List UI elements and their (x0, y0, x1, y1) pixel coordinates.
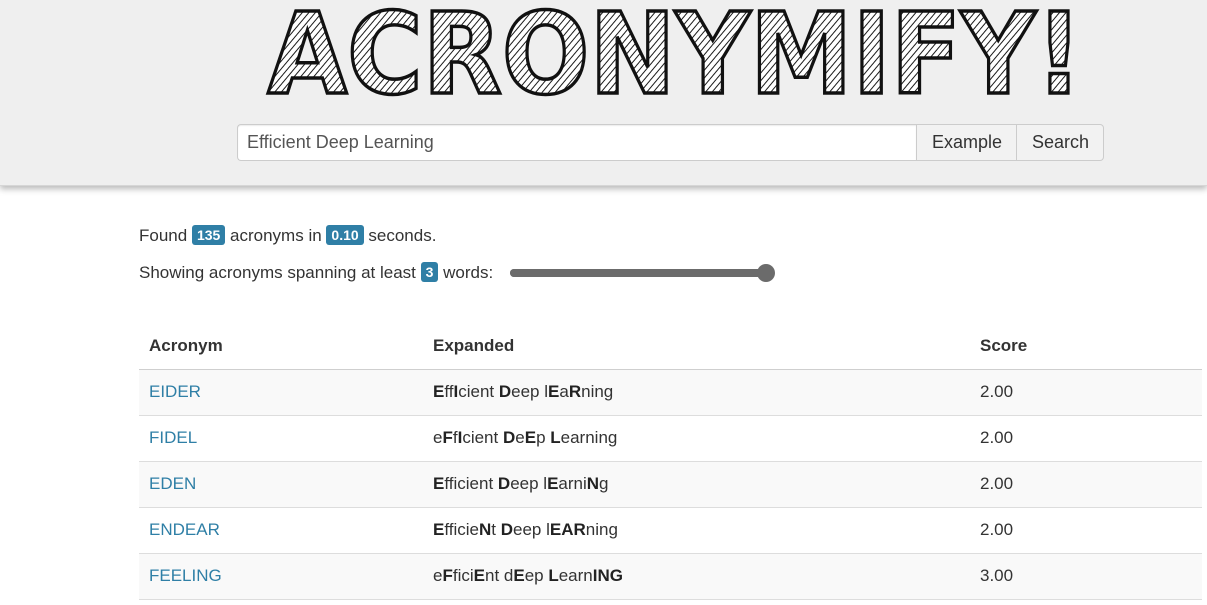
highlighted-letters: E (547, 474, 559, 493)
expanded-text: ning (585, 520, 618, 539)
table-row: ENDEAR EfficieNt Deep lEARning 2.00 (139, 507, 1202, 554)
slider-handle[interactable] (757, 264, 775, 282)
expanded-text: earning (560, 428, 618, 447)
acronym-cell: FIDEL (139, 415, 423, 462)
expanded-text: nt d (484, 566, 514, 585)
highlighted-letters: E (433, 520, 445, 539)
results-summary: Found 135 acronyms in 0.10 seconds. (139, 225, 436, 246)
expanded-text: t (491, 520, 501, 539)
found-suffix: seconds. (368, 226, 437, 245)
expanded-text: e (515, 428, 525, 447)
expanded-text: p (536, 428, 551, 447)
highlighted-letters: E (513, 566, 525, 585)
expanded-cell: eFficiEnt dEep LearnING (423, 553, 970, 600)
column-header-expanded[interactable]: Expanded (423, 323, 970, 370)
highlighted-letters: L (550, 428, 561, 447)
search-input[interactable] (237, 124, 916, 161)
highlighted-letters: E (433, 474, 445, 493)
highlighted-letters: D (497, 474, 511, 493)
acronym-cell: ENDEAR (139, 507, 423, 554)
acronym-cell: FEELING (139, 553, 423, 600)
search-button[interactable]: Search (1017, 124, 1104, 161)
span-filter-text: Showing acronyms spanning at least 3 wor… (139, 262, 493, 283)
expanded-cell: eFfIcient DeEp Learning (423, 415, 970, 462)
found-middle: acronyms in (230, 226, 322, 245)
expanded-text: fici (452, 566, 474, 585)
column-header-score[interactable]: Score (970, 323, 1202, 370)
expanded-text: ep (524, 566, 549, 585)
highlighted-letters: N (586, 474, 600, 493)
highlighted-letters: L (548, 566, 559, 585)
expanded-text: g (599, 474, 609, 493)
score-cell: 2.00 (970, 461, 1202, 508)
acronymify-logo[interactable]: ACRONYMIFY! (260, 0, 1090, 104)
acronym-link[interactable]: FIDEL (149, 428, 197, 447)
search-bar: Example Search (237, 124, 1104, 161)
table-row: EDEN Efficient Deep lEarniNg 2.00 (139, 461, 1202, 508)
min-words-slider[interactable] (510, 264, 775, 282)
expanded-cell: EfficieNt Deep lEARning (423, 507, 970, 554)
highlighted-letters: D (498, 382, 512, 401)
found-prefix: Found (139, 226, 188, 245)
highlighted-letters: N (479, 520, 492, 539)
column-header-acronym[interactable]: Acronym (139, 323, 423, 370)
results-body: EIDER EffIcient Deep lEaRning 2.00 FIDEL eFf… (139, 369, 1202, 600)
expanded-text: cient (458, 382, 499, 401)
expanded-text: cient (462, 428, 503, 447)
score-cell: 3.00 (970, 553, 1202, 600)
example-button[interactable]: Example (916, 124, 1017, 161)
expanded-text: earn (558, 566, 593, 585)
elapsed-time-badge: 0.10 (326, 225, 364, 245)
expanded-text: eep l (510, 474, 548, 493)
highlighted-letters: D (502, 428, 516, 447)
highlighted-letters: E (473, 566, 485, 585)
highlighted-letters: E (548, 382, 560, 401)
score-cell: 2.00 (970, 369, 1202, 416)
highlighted-letters: F (442, 428, 453, 447)
highlighted-letters: ING (592, 566, 623, 585)
slider-fill (510, 269, 766, 277)
results-table: Acronym Expanded Score EIDER EffIcient De… (139, 323, 1202, 600)
expanded-text: fficie (444, 520, 479, 539)
expanded-cell: Efficient Deep lEarniNg (423, 461, 970, 508)
min-words-badge: 3 (420, 262, 439, 282)
expanded-text: fficient (444, 474, 498, 493)
acronym-link[interactable]: EDEN (149, 474, 196, 493)
acronym-link[interactable]: ENDEAR (149, 520, 220, 539)
result-count-badge: 135 (191, 225, 226, 245)
table-row: EIDER EffIcient Deep lEaRning 2.00 (139, 369, 1202, 416)
highlighted-letters: E (433, 382, 445, 401)
span-suffix: words: (443, 263, 494, 282)
table-row: FIDEL eFfIcient DeEp Learning 2.00 (139, 415, 1202, 462)
expanded-text: a (559, 382, 569, 401)
highlighted-letters: E (524, 428, 537, 447)
acronym-link[interactable]: FEELING (149, 566, 222, 585)
expanded-text: arni (558, 474, 587, 493)
header: ACRONYMIFY! Example Search (0, 0, 1207, 186)
acronym-cell: EIDER (139, 369, 423, 416)
score-cell: 2.00 (970, 415, 1202, 462)
expanded-text: eep l (513, 520, 550, 539)
acronym-link[interactable]: EIDER (149, 382, 201, 401)
table-row: FEELING eFficiEnt dEep LearnING 3.00 (139, 553, 1202, 600)
score-cell: 2.00 (970, 507, 1202, 554)
table-header-row: Acronym Expanded Score (139, 323, 1202, 370)
highlighted-letters: F (442, 566, 453, 585)
highlighted-letters: EAR (549, 520, 586, 539)
acronym-cell: EDEN (139, 461, 423, 508)
highlighted-letters: D (500, 520, 514, 539)
expanded-cell: EffIcient Deep lEaRning (423, 369, 970, 416)
highlighted-letters: R (568, 382, 582, 401)
expanded-text: ning (581, 382, 614, 401)
expanded-text: eep l (511, 382, 549, 401)
span-prefix: Showing acronyms spanning at least (139, 263, 416, 282)
logo-text: ACRONYMIFY! (268, 0, 1083, 104)
